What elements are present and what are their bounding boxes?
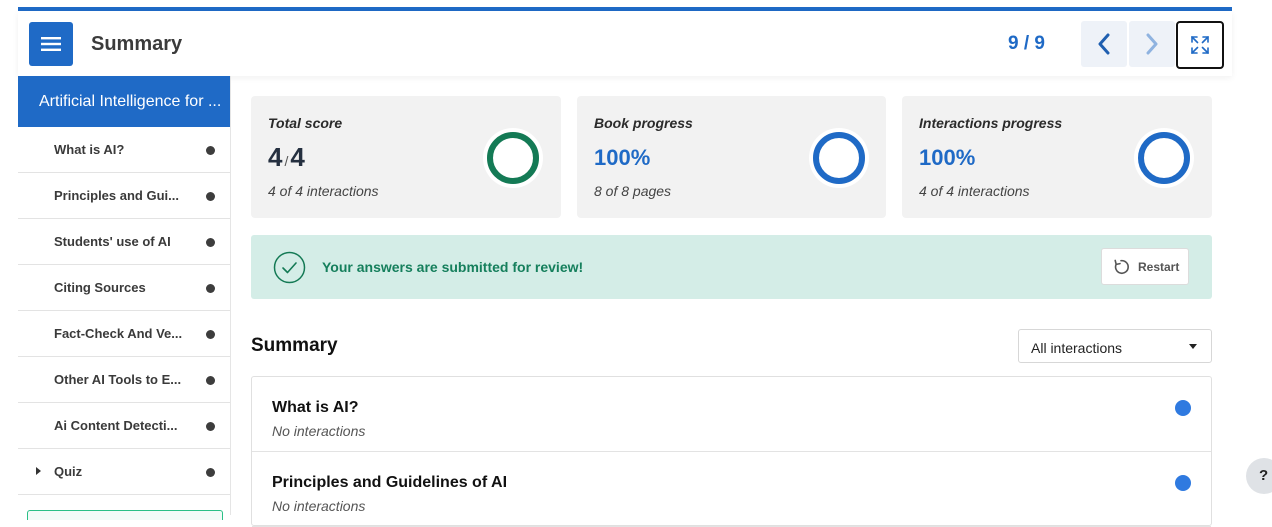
- card-title: Book progress: [594, 115, 693, 131]
- list-item-title: Principles and Guidelines of AI: [272, 474, 508, 491]
- book-title[interactable]: Artificial Intelligence for ...: [18, 76, 230, 127]
- list-item-subtitle: No interactions: [272, 423, 366, 439]
- score-progress-ring: [483, 128, 543, 188]
- chapter-sidebar: Artificial Intelligence for ... What is …: [18, 76, 231, 520]
- status-dot: [206, 330, 215, 339]
- card-subtitle: 8 of 8 pages: [594, 183, 672, 199]
- sidebar-item-label: What is AI?: [54, 142, 125, 157]
- list-item[interactable]: What is AI? No interactions: [252, 377, 1211, 452]
- interactions-progress-card: Interactions progress 100% 4 of 4 intera…: [902, 96, 1212, 218]
- next-page-button[interactable]: [1129, 21, 1175, 67]
- sidebar-item-label: Other AI Tools to E...: [54, 372, 182, 387]
- fullscreen-icon: [1191, 36, 1209, 54]
- sidebar-item-what-is-ai[interactable]: What is AI?: [18, 127, 230, 173]
- sidebar-item-label: Fact-Check And Ve...: [54, 326, 183, 341]
- score-value: 4/4: [268, 142, 305, 173]
- book-progress-card: Book progress 100% 8 of 8 pages: [577, 96, 886, 218]
- filter-selected-value: All interactions: [1031, 340, 1123, 356]
- menu-button[interactable]: [29, 22, 73, 66]
- help-label: ?: [1259, 467, 1269, 484]
- sidebar-item-citing-sources[interactable]: Citing Sources: [18, 265, 230, 311]
- card-title: Interactions progress: [919, 115, 1063, 131]
- list-item[interactable]: Principles and Guidelines of AI No inter…: [252, 452, 1211, 527]
- submitted-banner: Your answers are submitted for review! R…: [251, 235, 1212, 299]
- restart-label: Restart: [1138, 260, 1180, 274]
- status-dot: [1175, 400, 1191, 416]
- caret-down-icon: [1189, 344, 1197, 349]
- sidebar-item-label: Quiz: [54, 464, 83, 479]
- status-dot: [206, 192, 215, 201]
- status-dot: [1175, 475, 1191, 491]
- summary-heading: Summary: [251, 335, 338, 356]
- restart-icon: [1114, 259, 1129, 275]
- status-dot: [206, 422, 215, 431]
- sidebar-item-students-use[interactable]: Students' use of AI: [18, 219, 230, 265]
- score-separator: /: [284, 153, 289, 169]
- restart-button[interactable]: Restart: [1101, 248, 1189, 285]
- sidebar-item-label: Citing Sources: [54, 280, 146, 295]
- hamburger-icon: [41, 37, 61, 51]
- sidebar-item-quiz[interactable]: Quiz: [18, 449, 230, 495]
- banner-message: Your answers are submitted for review!: [322, 259, 584, 275]
- card-title: Total score: [268, 115, 343, 131]
- chevron-right-icon: [1146, 33, 1158, 55]
- header-bar: Summary 9 / 9: [18, 11, 1232, 76]
- page-title: Summary: [91, 33, 183, 55]
- sidebar-item-fact-check[interactable]: Fact-Check And Ve...: [18, 311, 230, 357]
- check-circle-icon: [273, 251, 306, 284]
- status-dot: [206, 146, 215, 155]
- sidebar-item-label: Students' use of AI: [54, 234, 171, 249]
- summary-list: What is AI? No interactions Principles a…: [251, 376, 1212, 527]
- chevron-left-icon: [1098, 33, 1110, 55]
- status-dot: [206, 468, 215, 477]
- status-dot: [206, 238, 215, 247]
- score-earned: 4: [268, 142, 283, 172]
- status-dot: [206, 376, 215, 385]
- sidebar-item-label: Principles and Gui...: [54, 188, 179, 203]
- help-button[interactable]: ?: [1246, 458, 1272, 494]
- sidebar-item-other-tools[interactable]: Other AI Tools to E...: [18, 357, 230, 403]
- book-progress-ring: [809, 128, 869, 188]
- sidebar-item-label: Ai Content Detecti...: [54, 418, 178, 433]
- interactions-progress-ring: [1134, 128, 1194, 188]
- interactions-progress-value: 100%: [919, 145, 976, 170]
- sidebar-item-content-detection[interactable]: Ai Content Detecti...: [18, 403, 230, 449]
- list-item-title: What is AI?: [272, 399, 359, 416]
- sidebar-item-principles[interactable]: Principles and Gui...: [18, 173, 230, 219]
- book-progress-value: 100%: [594, 145, 651, 170]
- score-max: 4: [290, 142, 305, 172]
- caret-right-icon[interactable]: [36, 467, 41, 475]
- sidebar-summary-button[interactable]: [27, 510, 223, 520]
- total-score-card: Total score 4/4 4 of 4 interactions: [251, 96, 561, 218]
- card-subtitle: 4 of 4 interactions: [919, 183, 1030, 199]
- page-counter: 9 / 9: [1008, 33, 1045, 54]
- card-subtitle: 4 of 4 interactions: [268, 183, 379, 199]
- fullscreen-button[interactable]: [1176, 21, 1224, 69]
- previous-page-button[interactable]: [1081, 21, 1127, 67]
- interaction-filter-select[interactable]: All interactions: [1018, 329, 1212, 363]
- list-item-subtitle: No interactions: [272, 498, 366, 514]
- status-dot: [206, 284, 215, 293]
